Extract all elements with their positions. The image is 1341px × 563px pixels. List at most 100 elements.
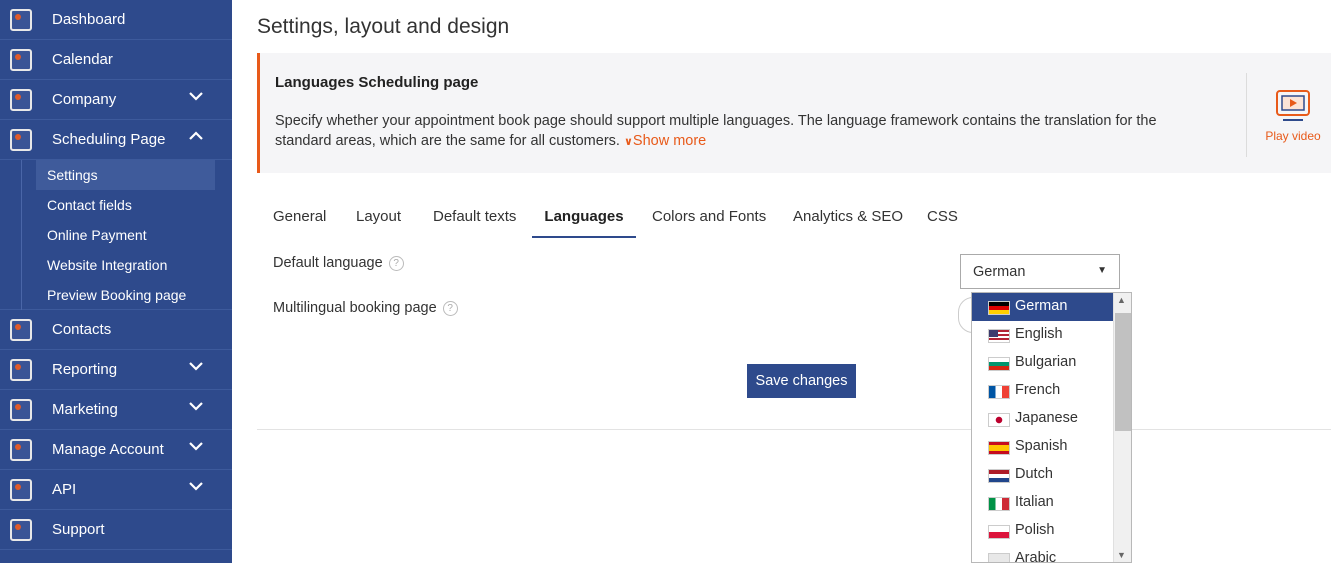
dropdown-option-dutch[interactable]: Dutch bbox=[972, 461, 1113, 489]
france-flag-icon bbox=[988, 385, 1010, 399]
select-value: German bbox=[973, 264, 1026, 280]
caret-down-icon: ▼ bbox=[1097, 265, 1107, 276]
sidebar-item-online-payment[interactable]: Online Payment bbox=[36, 220, 215, 250]
dropdown-option-japanese[interactable]: Japanese bbox=[972, 405, 1113, 433]
scheduling-submenu: Settings Contact fields Online Payment W… bbox=[0, 160, 232, 310]
nav-marketing[interactable]: Marketing bbox=[0, 390, 232, 430]
dropdown-option-italian[interactable]: Italian bbox=[972, 489, 1113, 517]
dropdown-option-german[interactable]: German bbox=[972, 293, 1113, 321]
nav-label: Dashboard bbox=[52, 11, 126, 28]
nav-reporting[interactable]: Reporting bbox=[0, 350, 232, 390]
dropdown-option-french[interactable]: French bbox=[972, 377, 1113, 405]
tab-colors-and-fonts[interactable]: Colors and Fonts bbox=[652, 196, 766, 238]
germany-flag-icon bbox=[988, 301, 1010, 315]
info-box: Languages Scheduling page Specify whethe… bbox=[257, 53, 1331, 173]
tab-analytics-seo[interactable]: Analytics & SEO bbox=[793, 196, 903, 238]
tab-layout[interactable]: Layout bbox=[356, 196, 401, 238]
nav-label: API bbox=[52, 481, 77, 498]
italy-flag-icon bbox=[988, 497, 1010, 511]
dropdown-option-bulgarian[interactable]: Bulgarian bbox=[972, 349, 1113, 377]
bulgaria-flag-icon bbox=[988, 357, 1010, 371]
support-icon bbox=[10, 519, 32, 541]
option-label: Arabic bbox=[1015, 550, 1057, 563]
show-more-link[interactable]: Show more bbox=[633, 133, 706, 149]
nav-support[interactable]: Support bbox=[0, 510, 232, 550]
play-video-button[interactable]: Play video bbox=[1260, 89, 1326, 143]
api-icon bbox=[10, 479, 32, 501]
sidebar-item-website-integration[interactable]: Website Integration bbox=[36, 250, 215, 280]
video-divider bbox=[1246, 73, 1247, 157]
submenu-tree-line bbox=[21, 160, 22, 310]
sidebar-item-settings[interactable]: Settings bbox=[36, 160, 215, 190]
option-label: Dutch bbox=[1015, 466, 1053, 482]
nav-label: Support bbox=[52, 521, 105, 538]
option-label: Polish bbox=[1015, 522, 1055, 538]
scrollbar-thumb[interactable] bbox=[1115, 313, 1131, 431]
chevron-up-icon[interactable] bbox=[188, 128, 204, 144]
play-video-icon bbox=[1276, 90, 1310, 121]
chevron-down-icon[interactable] bbox=[188, 438, 204, 454]
nav-api[interactable]: API bbox=[0, 470, 232, 510]
default-language-select[interactable]: German ▼ bbox=[960, 254, 1120, 289]
dropdown-scrollbar[interactable]: ▲ ▼ bbox=[1113, 293, 1131, 562]
double-chevron-down-icon[interactable]: ∨ bbox=[624, 136, 633, 148]
sidebar: Dashboard Calendar Company Scheduling Pa… bbox=[0, 0, 232, 563]
tab-default-texts[interactable]: Default texts bbox=[433, 196, 516, 238]
chevron-down-icon[interactable] bbox=[188, 478, 204, 494]
settings-tabs: General Layout Default texts Languages C… bbox=[257, 196, 977, 238]
nav-label: Scheduling Page bbox=[52, 131, 166, 148]
info-text: Specify whether your appointment book pa… bbox=[275, 111, 1205, 152]
default-language-label: Default language? bbox=[273, 255, 404, 271]
dropdown-option-spanish[interactable]: Spanish bbox=[972, 433, 1113, 461]
spain-flag-icon bbox=[988, 441, 1010, 455]
nav-label: Manage Account bbox=[52, 441, 164, 458]
help-icon[interactable]: ? bbox=[442, 301, 458, 316]
dropdown-option-english[interactable]: English bbox=[972, 321, 1113, 349]
nav-label: Contacts bbox=[52, 321, 112, 338]
poland-flag-icon bbox=[988, 525, 1010, 539]
multilingual-text: Multilingual booking page bbox=[273, 300, 437, 316]
option-label: English bbox=[1015, 326, 1063, 342]
nav-scheduling-page[interactable]: Scheduling Page bbox=[0, 120, 232, 160]
option-label: Italian bbox=[1015, 494, 1054, 510]
option-label: French bbox=[1015, 382, 1061, 398]
sidebar-item-contact-fields[interactable]: Contact fields bbox=[36, 190, 215, 220]
nav-company[interactable]: Company bbox=[0, 80, 232, 120]
content-divider bbox=[257, 429, 1331, 430]
play-video-label: Play video bbox=[1265, 129, 1321, 143]
nav-contacts[interactable]: Contacts bbox=[0, 310, 232, 350]
multilingual-label: Multilingual booking page? bbox=[273, 300, 458, 316]
info-description: Specify whether your appointment book pa… bbox=[275, 113, 1157, 149]
usa-flag-icon bbox=[988, 329, 1010, 343]
option-label: German bbox=[1015, 298, 1068, 314]
nav-dashboard[interactable]: Dashboard bbox=[0, 0, 232, 40]
marketing-icon bbox=[10, 399, 32, 421]
language-dropdown[interactable]: German English Bulgarian French Japanese… bbox=[971, 292, 1132, 563]
scroll-down-icon[interactable]: ▼ bbox=[1117, 550, 1126, 560]
option-label: Spanish bbox=[1015, 438, 1068, 454]
calendar-icon bbox=[10, 49, 32, 71]
nav-label: Marketing bbox=[52, 401, 118, 418]
help-icon[interactable]: ? bbox=[388, 256, 404, 271]
scroll-up-icon[interactable]: ▲ bbox=[1117, 295, 1126, 305]
dropdown-option-polish[interactable]: Polish bbox=[972, 517, 1113, 545]
dropdown-option-arabic[interactable]: Arabic bbox=[972, 545, 1113, 563]
tab-general[interactable]: General bbox=[273, 196, 326, 238]
tab-css[interactable]: CSS bbox=[927, 196, 958, 238]
chevron-down-icon[interactable] bbox=[188, 358, 204, 374]
arabic-flag-icon bbox=[988, 553, 1010, 562]
building-icon bbox=[10, 89, 32, 111]
save-changes-button[interactable]: Save changes bbox=[747, 364, 856, 398]
option-label: Bulgarian bbox=[1015, 354, 1077, 370]
nav-manage-account[interactable]: Manage Account bbox=[0, 430, 232, 470]
nav-calendar[interactable]: Calendar bbox=[0, 40, 232, 80]
chevron-down-icon[interactable] bbox=[188, 398, 204, 414]
reporting-icon bbox=[10, 359, 32, 381]
chevron-down-icon[interactable] bbox=[188, 88, 204, 104]
nav-label: Calendar bbox=[52, 51, 113, 68]
page-title: Settings, layout and design bbox=[257, 15, 510, 38]
tab-languages[interactable]: Languages bbox=[532, 196, 636, 238]
info-title: Languages Scheduling page bbox=[275, 74, 479, 91]
sidebar-item-preview-booking-page[interactable]: Preview Booking page bbox=[36, 280, 215, 310]
gear-icon bbox=[10, 439, 32, 461]
